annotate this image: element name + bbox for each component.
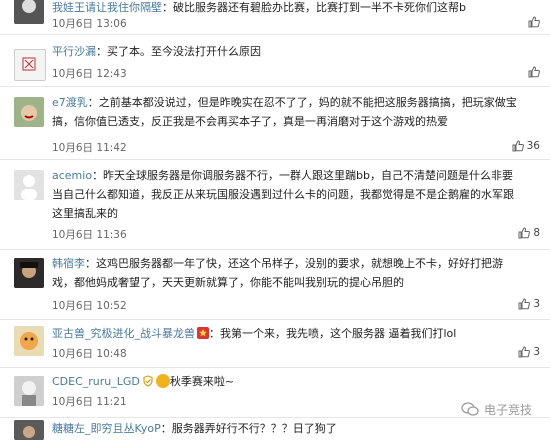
- like-count: 8: [533, 227, 540, 239]
- comment-text: 韩宿李：这鸡巴服务器都一年了快，还这个吊样子，没别的要求，就想晚上不卡，好好打把…: [52, 254, 520, 292]
- thumb-up-icon: [528, 16, 540, 28]
- comment-body: ：之前基本都没说过，但是昨晚实在忍不了了，妈的就不能把这服务器搞搞，把玩家做宝搞…: [52, 96, 517, 128]
- thumb-up-icon: [528, 66, 540, 78]
- comment-text: CDEC_ruru_LGD 秋季赛来啦~: [52, 372, 520, 391]
- verified-badge-icon: [143, 375, 153, 387]
- comment-time: 11:42: [96, 142, 127, 154]
- comment-date: 10月6日: [52, 300, 94, 312]
- avatar[interactable]: [14, 420, 44, 440]
- comment-text: acemio：昨天全球服务器是你调服务器不行，一群人跟这里踹bb，自己不清楚问题…: [52, 166, 520, 223]
- comment-item: 韩宿李：这鸡巴服务器都一年了快，还这个吊样子，没别的要求，就想晚上不卡，好好打把…: [0, 250, 550, 320]
- username-link[interactable]: 糖糖左_即穷且丛KyoP: [52, 422, 161, 435]
- like-button[interactable]: [528, 66, 540, 78]
- avatar[interactable]: [14, 170, 44, 200]
- wechat-icon: [461, 402, 479, 416]
- username-link[interactable]: 亚古兽_究极进化_战斗暴龙兽: [52, 327, 195, 340]
- comment-body: ：服务器弄好行不行？？？日了狗了: [160, 422, 337, 435]
- comment-date: 10月6日: [52, 348, 94, 360]
- watermark: 电子竞技: [461, 400, 532, 418]
- comment-date: 10月6日: [52, 396, 94, 408]
- avatar[interactable]: [14, 49, 46, 81]
- star-badge-icon: [197, 327, 209, 339]
- thumb-up-icon: [518, 227, 531, 239]
- like-button[interactable]: 3: [518, 298, 540, 310]
- comment-time: 11:36: [96, 229, 127, 241]
- username-link[interactable]: acemio: [52, 169, 92, 182]
- comment-body: ：买了本。至今没法打开什么原因: [96, 45, 261, 58]
- comment-text: 平行沙漏：买了本。至今没法打开什么原因: [52, 42, 520, 61]
- comment-date: 10月6日: [52, 18, 94, 30]
- comment-time: 10:52: [96, 300, 127, 312]
- comment-item: acemio：昨天全球服务器是你调服务器不行，一群人跟这里踹bb，自己不清楚问题…: [0, 160, 550, 250]
- comment-date: 10月6日: [52, 229, 94, 241]
- avatar[interactable]: [14, 258, 44, 288]
- like-button[interactable]: 8: [518, 227, 540, 239]
- like-count: 3: [533, 346, 540, 358]
- comment-item: 亚古兽_究极进化_战斗暴龙兽 ：我第一个来，我先喷，这个服务器 逼着我们打lol …: [0, 320, 550, 368]
- like-button[interactable]: 36: [512, 140, 540, 152]
- comment-meta: 10月6日 13:06: [52, 16, 127, 31]
- comment-body: ：破比服务器还有碧脸办比赛，比赛打到一半不卡死你们这帮b: [162, 1, 466, 14]
- comment-text: 我娃王请让我住你隔壁：破比服务器还有碧脸办比赛，比赛打到一半不卡死你们这帮b: [52, 0, 520, 17]
- comment-time: 12:43: [96, 68, 127, 80]
- comment-time: 13:06: [96, 18, 127, 30]
- watermark-text: 电子竞技: [483, 402, 532, 417]
- comment-date: 10月6日: [52, 142, 94, 154]
- thumb-up-icon: [518, 346, 531, 358]
- username-link[interactable]: CDEC_ruru_LGD: [52, 375, 140, 388]
- comment-body: 秋季赛来啦~: [169, 375, 235, 388]
- thumb-up-icon: [518, 298, 531, 310]
- avatar[interactable]: [14, 376, 44, 406]
- username-link[interactable]: 平行沙漏: [52, 45, 96, 58]
- username-link[interactable]: 我娃王请让我住你隔壁: [52, 1, 162, 14]
- comment-body: ：我第一个来，我先喷，这个服务器 逼着我们打lol: [209, 327, 457, 340]
- username-link[interactable]: 韩宿李: [52, 257, 85, 270]
- comment-time: 11:21: [96, 396, 127, 408]
- comment-item: 平行沙漏：买了本。至今没法打开什么原因 10月6日 12:43: [0, 35, 550, 87]
- like-button[interactable]: [528, 16, 540, 28]
- comment-body: ：这鸡巴服务器都一年了快，还这个吊样子，没别的要求，就想晚上不卡，好好打把游戏，…: [52, 257, 503, 289]
- username-link[interactable]: e7渡乳: [52, 96, 88, 109]
- like-button[interactable]: 3: [518, 346, 540, 358]
- comment-meta: 10月6日 11:42: [52, 140, 127, 155]
- comment-meta: 10月6日 10:52: [52, 298, 127, 313]
- like-count: 36: [526, 140, 540, 152]
- like-count: 3: [533, 298, 540, 310]
- avatar[interactable]: [14, 0, 44, 24]
- avatar[interactable]: [14, 97, 44, 127]
- comment-item: e7渡乳：之前基本都没说过，但是昨晚实在忍不了了，妈的就不能把这服务器搞搞，把玩…: [0, 87, 550, 160]
- comment-meta: 10月6日 10:48: [52, 346, 127, 361]
- comment-date: 10月6日: [52, 68, 94, 80]
- thumb-up-icon: [512, 140, 524, 152]
- comment-item: 我娃王请让我住你隔壁：破比服务器还有碧脸办比赛，比赛打到一半不卡死你们这帮b 1…: [0, 0, 550, 35]
- comment-meta: 10月6日 11:36: [52, 227, 127, 242]
- comment-text: 糖糖左_即穷且丛KyoP：服务器弄好行不行？？？日了狗了: [52, 419, 520, 438]
- comment-meta: 10月6日 12:43: [52, 66, 127, 81]
- avatar[interactable]: [14, 326, 44, 356]
- comment-body: ：昨天全球服务器是你调服务器不行，一群人跟这里踹bb，自己不清楚问题是什么非要当…: [52, 169, 514, 220]
- comment-text: e7渡乳：之前基本都没说过，但是昨晚实在忍不了了，妈的就不能把这服务器搞搞，把玩…: [52, 93, 520, 131]
- fist-emoji-icon: [155, 374, 170, 388]
- comment-time: 10:48: [96, 348, 127, 360]
- comment-text: 亚古兽_究极进化_战斗暴龙兽 ：我第一个来，我先喷，这个服务器 逼着我们打lol: [52, 324, 520, 343]
- comment-item: 糖糖左_即穷且丛KyoP：服务器弄好行不行？？？日了狗了: [0, 418, 550, 440]
- comment-meta: 10月6日 11:21: [52, 394, 127, 409]
